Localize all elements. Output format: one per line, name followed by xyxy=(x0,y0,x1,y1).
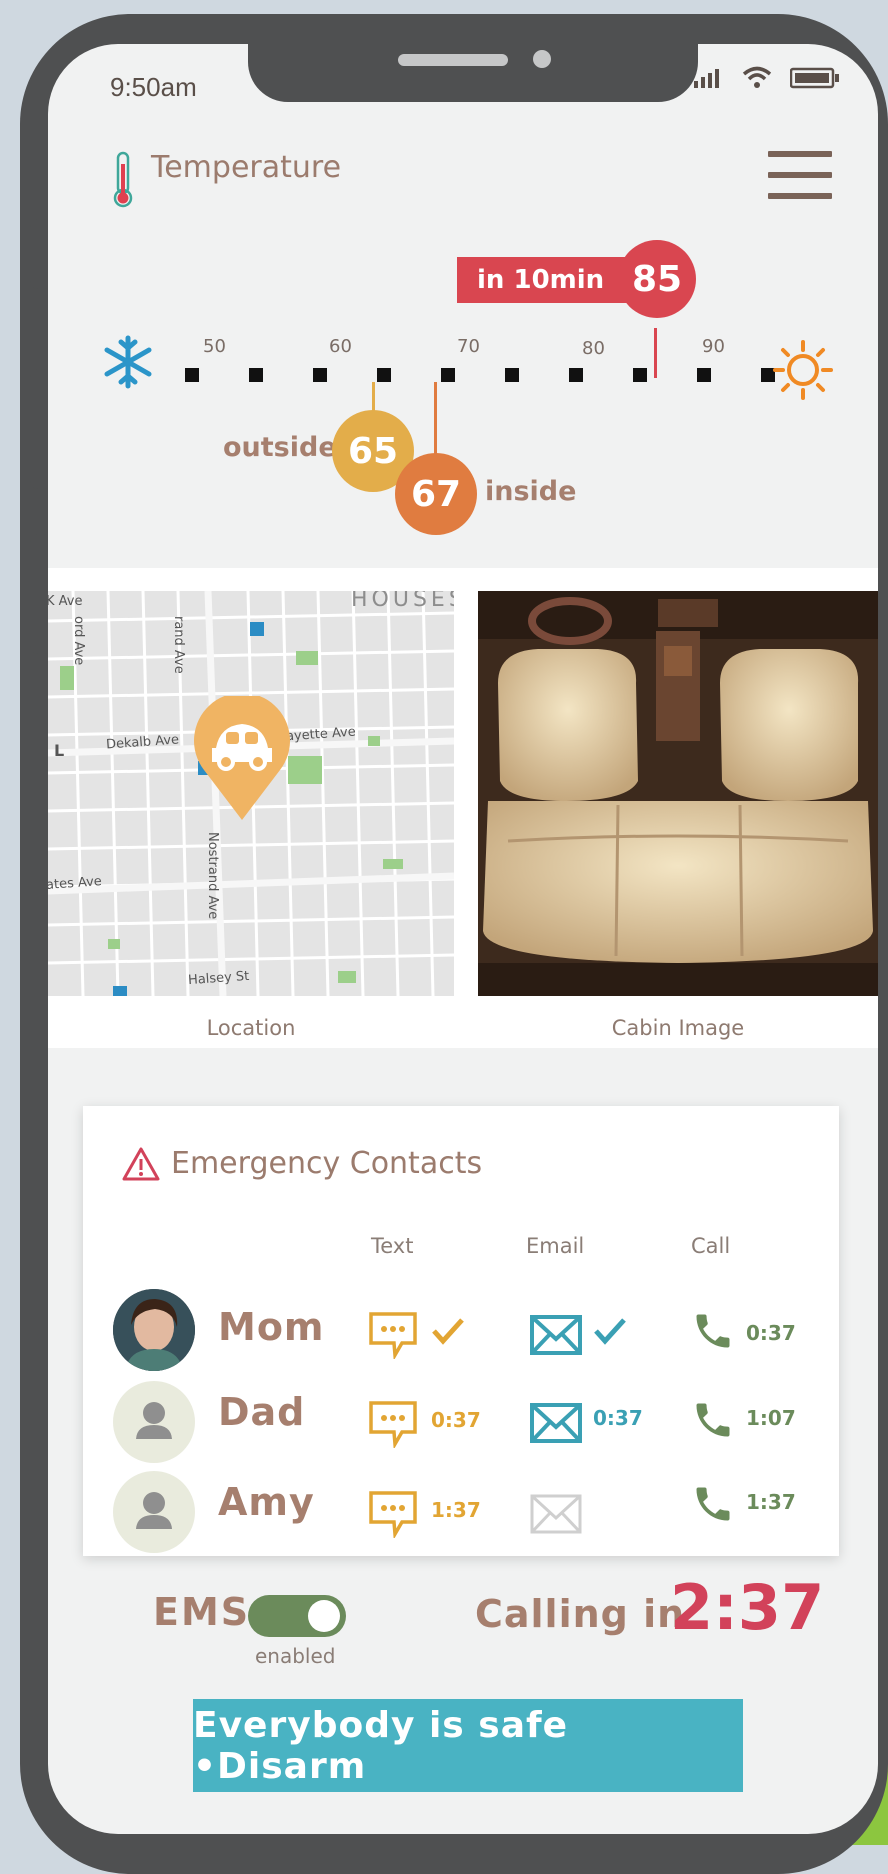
cabin-image-caption: Cabin Image xyxy=(611,1016,745,1040)
scale-dot xyxy=(505,368,519,382)
avatar xyxy=(113,1381,195,1463)
email-timer: 0:37 xyxy=(593,1406,643,1430)
speaker xyxy=(398,54,508,66)
battery-icon xyxy=(790,67,839,89)
contact-name: Dad xyxy=(218,1390,306,1434)
contact-row[interactable]: Mom 0:37 xyxy=(83,1289,839,1374)
contact-name: Mom xyxy=(218,1305,325,1349)
phone-call-icon[interactable] xyxy=(691,1309,735,1353)
map-label-houses: HOUSES xyxy=(351,591,454,612)
ems-toggle-state: enabled xyxy=(255,1644,336,1668)
countdown-timer: 2:37 xyxy=(670,1571,825,1644)
tick-label: 90 xyxy=(702,336,725,357)
thermometer-icon xyxy=(113,151,133,208)
tick-label: 80 xyxy=(582,338,605,359)
calling-in-label: Calling in xyxy=(475,1592,686,1636)
temperature-scale: 50 60 70 80 90 in 10min 85 outside 65 67… xyxy=(48,240,878,535)
email-icon-inactive[interactable] xyxy=(530,1494,582,1534)
text-timer: 0:37 xyxy=(431,1408,481,1432)
contact-name: Amy xyxy=(218,1480,315,1524)
scale-dot xyxy=(697,368,711,382)
scale-dot xyxy=(569,368,583,382)
scale-dot xyxy=(377,368,391,382)
person-placeholder-icon xyxy=(136,1402,172,1439)
email-icon[interactable] xyxy=(530,1403,582,1443)
tick-label: 70 xyxy=(457,336,480,357)
forecast-badge: 85 xyxy=(618,240,696,318)
forecast-label: in 10min xyxy=(457,257,627,303)
text-timer: 1:37 xyxy=(431,1498,481,1522)
status-time: 9:50am xyxy=(110,72,197,102)
location-map[interactable]: HOUSES K Ave ord Ave rand Ave Dekalb Ave… xyxy=(48,591,454,996)
disarm-button[interactable]: Everybody is safe •Disarm xyxy=(193,1699,743,1792)
forecast-pin xyxy=(654,328,657,378)
call-timer: 0:37 xyxy=(746,1321,796,1345)
inside-label: inside xyxy=(485,476,577,507)
cabin-image[interactable] xyxy=(478,591,878,996)
map-label-k-ave: K Ave xyxy=(48,594,83,609)
text-sent-check-icon xyxy=(432,1318,464,1345)
tick-label: 60 xyxy=(329,336,352,357)
scale-dot xyxy=(249,368,263,382)
emergency-contacts-card: Emergency Contacts Text Email Call Mom 0… xyxy=(83,1106,839,1556)
phone-call-icon[interactable] xyxy=(691,1482,735,1526)
ems-label: EMS xyxy=(153,1590,251,1634)
scale-dot xyxy=(313,368,327,382)
email-icon[interactable] xyxy=(530,1315,582,1355)
signal-icon xyxy=(694,69,719,88)
text-message-icon[interactable] xyxy=(368,1490,418,1538)
avatar xyxy=(113,1471,195,1553)
phone-call-icon[interactable] xyxy=(691,1398,735,1442)
call-timer: 1:07 xyxy=(746,1406,796,1430)
scale-dot xyxy=(633,368,647,382)
ems-toggle[interactable] xyxy=(248,1595,346,1637)
hamburger-menu-button[interactable] xyxy=(768,151,832,207)
text-message-icon[interactable] xyxy=(368,1400,418,1448)
status-icons xyxy=(694,66,840,90)
notch xyxy=(248,44,698,102)
map-label-nostrand-ave: Nostrand Ave xyxy=(205,832,220,920)
map-label-ford-ave: ord Ave xyxy=(71,616,86,666)
front-camera xyxy=(533,50,551,68)
warning-icon xyxy=(122,1147,160,1181)
inside-badge: 67 xyxy=(395,453,477,535)
person-placeholder-icon xyxy=(136,1492,172,1529)
outside-label: outside xyxy=(223,432,337,463)
call-timer: 1:37 xyxy=(746,1490,796,1514)
sun-icon xyxy=(773,340,833,400)
column-header-text: Text xyxy=(371,1234,414,1258)
scale-dot xyxy=(441,368,455,382)
contact-row[interactable]: Amy 1:37 1:37 xyxy=(83,1471,839,1565)
location-caption: Location xyxy=(206,1016,296,1040)
snowflake-icon xyxy=(104,335,152,389)
email-sent-check-icon xyxy=(594,1318,626,1345)
car-location-pin-icon[interactable] xyxy=(190,696,294,822)
tick-label: 50 xyxy=(203,336,226,357)
inside-pin xyxy=(434,382,437,458)
map-label-l: L xyxy=(54,741,65,760)
contact-row[interactable]: Dad 0:37 0:37 1:07 xyxy=(83,1381,839,1475)
scale-dot xyxy=(185,368,199,382)
column-header-email: Email xyxy=(526,1234,585,1258)
page-title: Temperature xyxy=(151,150,342,185)
toggle-knob xyxy=(308,1600,340,1632)
map-label-grand-ave: rand Ave xyxy=(171,616,186,674)
cabin-photo xyxy=(478,591,878,996)
emergency-contacts-title: Emergency Contacts xyxy=(171,1146,483,1181)
column-header-call: Call xyxy=(691,1234,731,1258)
avatar xyxy=(113,1289,195,1371)
phone-screen: 9:50am Temperature 50 60 70 80 90 in 10m… xyxy=(48,44,878,1834)
text-message-icon[interactable] xyxy=(368,1311,418,1359)
wifi-icon xyxy=(742,66,772,88)
